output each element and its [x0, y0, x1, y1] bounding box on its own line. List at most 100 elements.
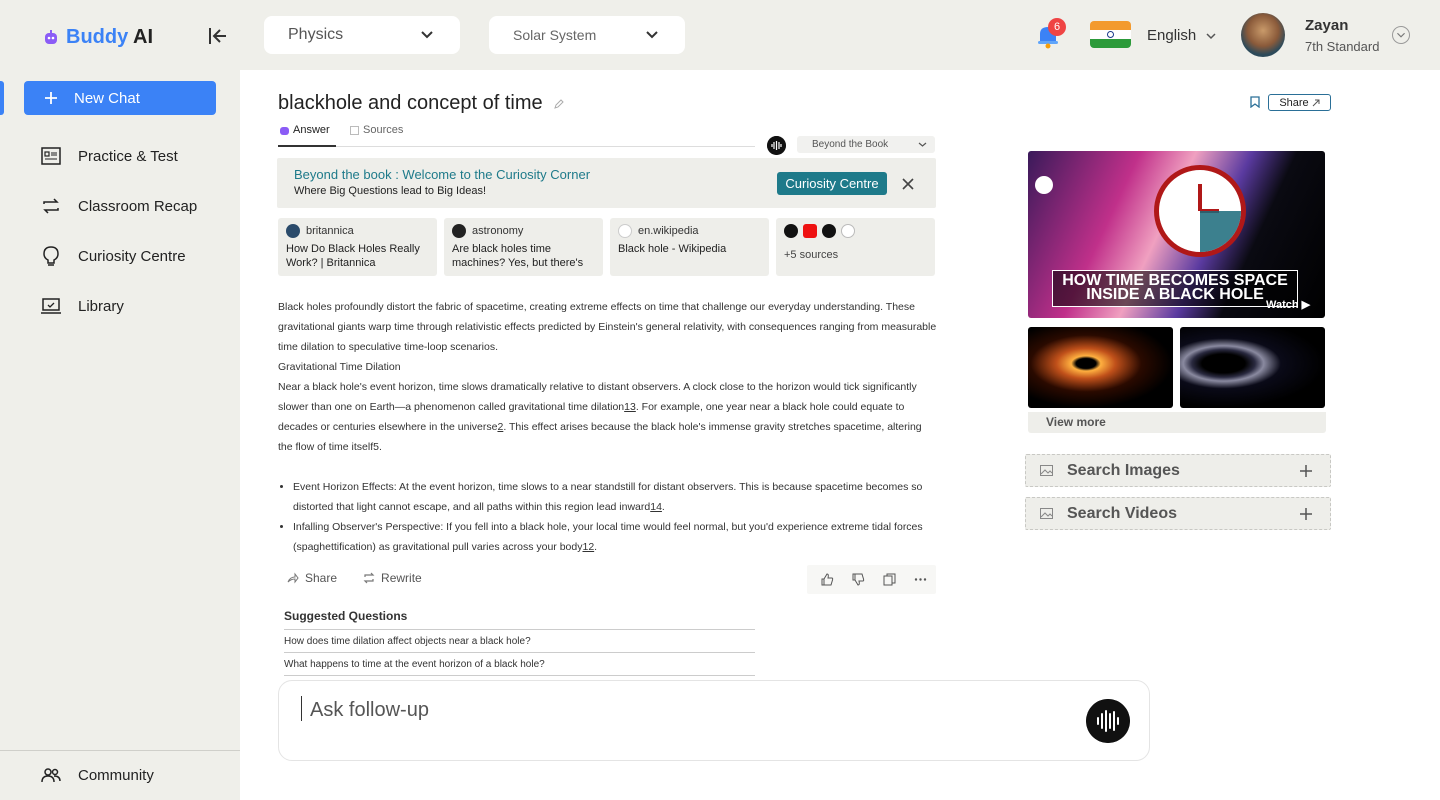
topic-value: Solar System: [513, 27, 597, 43]
source-site: astronomy: [472, 225, 524, 237]
text-cursor: [301, 696, 302, 721]
thumbs-down-icon[interactable]: [852, 573, 865, 586]
chevron-down-icon: [1206, 32, 1216, 39]
sidebar-item-label: Practice & Test: [78, 147, 178, 165]
suggested-question[interactable]: What happens to time at the event horizo…: [284, 659, 545, 670]
more-sources-label: +5 sources: [784, 249, 839, 261]
source-card[interactable]: britannica How Do Black Holes Really Wor…: [278, 218, 437, 276]
logo-ai: AI: [133, 26, 154, 48]
subject-value: Physics: [288, 26, 344, 43]
edit-icon[interactable]: [553, 98, 565, 110]
citation-link[interactable]: 14: [650, 501, 662, 513]
new-chat-label: New Chat: [74, 89, 140, 107]
bot-icon: [45, 29, 57, 44]
bulb-icon: [43, 246, 59, 266]
more-sources-card[interactable]: +5 sources: [776, 218, 935, 276]
notification-count: 6: [1048, 18, 1066, 36]
clock-image: [1154, 165, 1246, 257]
video-thumbnail[interactable]: HOW TIME BECOMES SPACE INSIDE A BLACK HO…: [1028, 151, 1325, 318]
active-indicator: [0, 81, 4, 115]
sidebar-item-practice[interactable]: Practice & Test: [40, 145, 178, 167]
tab-sources[interactable]: Sources: [350, 122, 403, 138]
subject-select[interactable]: Physics: [264, 16, 460, 54]
astronomy-icon: [452, 224, 466, 238]
view-more-button[interactable]: View more: [1028, 412, 1326, 433]
source-title: How Do Black Holes Really Work? | Britan…: [286, 243, 420, 269]
video-caption: HOW TIME BECOMES SPACE INSIDE A BLACK HO…: [1052, 270, 1298, 307]
close-icon[interactable]: [901, 177, 915, 191]
logo-buddy: Buddy: [66, 26, 129, 48]
voice-input-icon[interactable]: [1086, 699, 1130, 743]
sidebar-item-community[interactable]: Community: [40, 764, 154, 786]
user-class: 7th Standard: [1305, 39, 1380, 54]
source-title: Black hole - Wikipedia: [618, 243, 727, 255]
source-card[interactable]: astronomy Are black holes time machines?…: [444, 218, 603, 276]
sidebar-item-label: Curiosity Centre: [78, 247, 186, 265]
ask-placeholder: Ask follow-up: [310, 699, 429, 721]
sidebar-item-library[interactable]: Library: [40, 295, 124, 317]
answer-tabs: Answer Sources: [278, 122, 755, 147]
collapse-sidebar-icon[interactable]: [206, 24, 230, 48]
share-button[interactable]: Share: [1268, 94, 1331, 111]
tab-sources-label: Sources: [363, 124, 404, 136]
language-select[interactable]: English: [1147, 27, 1216, 44]
voice-icon[interactable]: [767, 136, 786, 155]
pbs-logo-icon: [1035, 176, 1053, 194]
sidebar-item-label: Library: [78, 297, 124, 315]
britannica-icon: [286, 224, 300, 238]
sidebar-item-curiosity[interactable]: Curiosity Centre: [40, 245, 186, 267]
sidebar-item-recap[interactable]: Classroom Recap: [40, 195, 197, 217]
youtube-icon: [803, 224, 817, 238]
ask-followup-box[interactable]: Ask follow-up: [278, 680, 1150, 761]
laptop-icon: [41, 298, 61, 314]
app-logo[interactable]: Buddy AI: [44, 26, 153, 49]
sidebar: [0, 70, 240, 800]
thumbs-up-icon[interactable]: [821, 573, 834, 586]
tab-answer[interactable]: Answer: [280, 122, 330, 138]
bot-icon: [280, 127, 289, 135]
answer-actions: Share Rewrite: [287, 571, 422, 585]
source-title: Are black holes time machines? Yes, but …: [452, 243, 584, 269]
community-icon: [41, 768, 61, 783]
answer-text: Infalling Observer's Perspective: If you…: [293, 521, 923, 553]
bookmark-icon[interactable]: [1250, 96, 1260, 108]
watch-label[interactable]: Watch ▶: [1266, 298, 1310, 311]
copy-icon[interactable]: [883, 573, 896, 586]
active-tab-underline: [278, 145, 336, 147]
plus-icon: [45, 92, 57, 104]
image-icon: [1040, 508, 1053, 519]
citation-link[interactable]: 13: [624, 401, 636, 413]
suggested-title: Suggested Questions: [284, 609, 408, 623]
answer-body: Black holes profoundly distort the fabri…: [278, 297, 938, 557]
source-s-icon: [822, 224, 836, 238]
answer-paragraph: Black holes profoundly distort the fabri…: [278, 301, 937, 353]
curiosity-centre-button[interactable]: Curiosity Centre: [777, 172, 887, 195]
share-arrow-icon: [1312, 99, 1320, 106]
plus-icon: [1300, 465, 1312, 477]
sidebar-divider: [0, 750, 240, 751]
suggested-question[interactable]: How does time dilation affect objects ne…: [284, 636, 531, 647]
watch-text: Watch: [1266, 299, 1299, 311]
image-thumbnail[interactable]: [1180, 327, 1325, 408]
mode-select[interactable]: Beyond the Book: [797, 136, 935, 153]
more-icon[interactable]: [914, 573, 927, 586]
topic-select[interactable]: Solar System: [489, 16, 685, 54]
citation-link[interactable]: 12: [582, 541, 594, 553]
source-card[interactable]: en.wikipedia Black hole - Wikipedia: [610, 218, 769, 276]
search-videos-row[interactable]: Search Videos: [1025, 497, 1331, 530]
rewrite-button[interactable]: Rewrite: [363, 571, 422, 585]
chat-title: blackhole and concept of time: [278, 92, 565, 115]
divider: [284, 629, 755, 630]
new-chat-button[interactable]: New Chat: [24, 81, 216, 115]
image-thumbnail[interactable]: [1028, 327, 1173, 408]
share-answer-button[interactable]: Share: [287, 571, 337, 585]
recap-icon: [43, 198, 59, 214]
search-images-row[interactable]: Search Images: [1025, 454, 1331, 487]
india-flag-icon: [1090, 21, 1131, 48]
chevron-down-icon: [918, 142, 927, 147]
rewrite-icon: [363, 572, 375, 584]
answer-bullets: Event Horizon Effects: At the event hori…: [278, 477, 938, 557]
user-menu-chevron-icon[interactable]: [1392, 26, 1410, 44]
avatar[interactable]: [1241, 13, 1285, 57]
answer-text: Event Horizon Effects: At the event hori…: [293, 481, 923, 513]
